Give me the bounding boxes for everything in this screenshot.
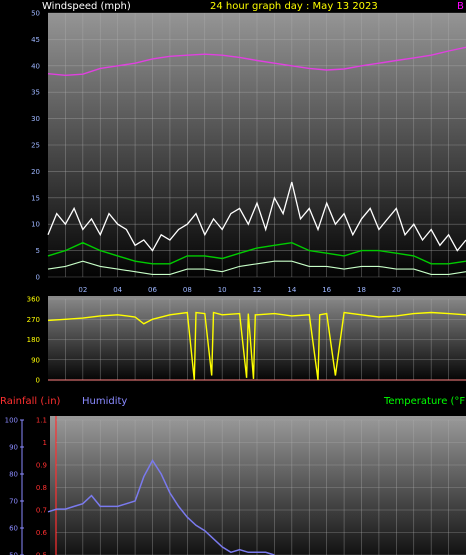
humidity-y-tick-label: 70 (9, 498, 18, 506)
rainfall-y-tick-label: 0.5 (36, 552, 47, 555)
x-tick-label: 06 (148, 286, 157, 294)
direction-y-tick-label: 90 (31, 356, 40, 364)
wind-y-tick-label: 5 (36, 247, 40, 255)
humidity-y-tick-label: 80 (9, 471, 18, 479)
direction-y-tick-label: 360 (27, 296, 40, 304)
time-x-axis: 02 04 06 08 10 12 14 16 18 20 (78, 286, 400, 294)
rainfall-y-tick-label: 1.1 (36, 417, 47, 425)
wind-y-tick-label: 25 (31, 142, 40, 150)
x-tick-label: 20 (392, 286, 401, 294)
x-tick-label: 04 (113, 286, 122, 294)
humidity-y-axis: 50 60 70 80 90 100 (5, 417, 24, 555)
direction-y-tick-label: 0 (36, 377, 40, 385)
humidity-y-tick-label: 50 (9, 552, 18, 555)
wind-y-tick-label: 35 (31, 89, 40, 97)
wind-y-tick-label: 40 (31, 62, 40, 70)
windspeed-label: Windspeed (mph) (42, 1, 131, 12)
humidity-label: Humidity (82, 396, 127, 407)
rainfall-y-axis: 0.5 0.6 0.7 0.8 0.9 1 1.1 (36, 417, 48, 555)
wind-y-tick-label: 0 (36, 274, 40, 282)
rainfall-y-tick-label: 0.7 (36, 507, 47, 515)
x-tick-label: 18 (357, 286, 366, 294)
wind-y-tick-label: 10 (31, 221, 40, 229)
humidity-y-tick-label: 90 (9, 444, 18, 452)
x-tick-label: 16 (322, 286, 331, 294)
direction-y-tick-label: 270 (27, 316, 40, 324)
wind-y-tick-label: 20 (31, 168, 40, 176)
wind-y-tick-label: 15 (31, 194, 40, 202)
x-tick-label: 08 (183, 286, 192, 294)
wind-y-tick-label: 50 (31, 10, 40, 18)
x-tick-label: 02 (78, 286, 87, 294)
direction-y-tick-label: 180 (27, 336, 40, 344)
rainfall-y-tick-label: 1 (43, 439, 47, 447)
rainfall-y-tick-label: 0.8 (36, 484, 47, 492)
rainfall-y-tick-label: 0.6 (36, 529, 48, 537)
corner-label: B (457, 1, 464, 12)
x-tick-label: 10 (218, 286, 227, 294)
wind-y-axis: 0 5 10 15 20 25 30 35 40 45 50 (31, 10, 40, 282)
direction-y-axis: 0 90 180 270 360 (27, 296, 40, 385)
wind-y-tick-label: 45 (31, 36, 40, 44)
wind-y-tick-label: 30 (31, 115, 40, 123)
rainfall-y-tick-label: 0.9 (36, 462, 47, 470)
x-tick-label: 12 (253, 286, 262, 294)
rainfall-label: Rainfall (.in) (0, 396, 61, 407)
humidity-y-tick-label: 60 (9, 525, 18, 533)
chart-title: 24 hour graph day : May 13 2023 (210, 1, 378, 12)
weather-graph: Windspeed (mph) 24 hour graph day : May … (0, 1, 466, 555)
humidity-panel-background (50, 416, 466, 555)
x-tick-label: 14 (287, 286, 296, 294)
temperature-label: Temperature (°F) (383, 396, 466, 407)
humidity-y-tick-label: 100 (5, 417, 18, 425)
